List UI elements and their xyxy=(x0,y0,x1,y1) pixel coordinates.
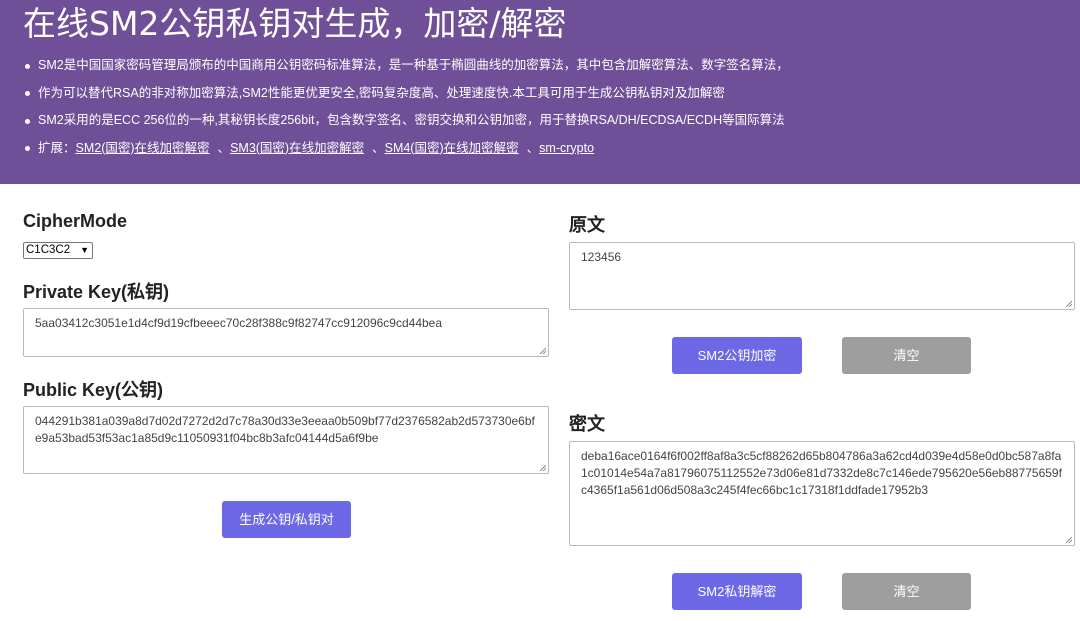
link-sm4[interactable]: SM4(国密)在线加密解密 xyxy=(385,141,519,155)
generate-keypair-button[interactable]: 生成公钥/私钥对 xyxy=(222,501,351,538)
extension-links-item: 扩展：SM2(国密)在线加密解密 、SM3(国密)在线加密解密 、SM4(国密)在线… xyxy=(23,135,789,163)
page-title: 在线SM2公钥私钥对生成，加密/解密 xyxy=(23,4,567,43)
link-separator: 、 xyxy=(526,140,540,155)
cipher-mode-select[interactable]: C1C3C2 ▼ xyxy=(23,242,93,259)
encrypt-button[interactable]: SM2公钥加密 xyxy=(672,337,802,374)
plaintext-field[interactable]: 123456 xyxy=(569,242,1075,310)
decrypt-button[interactable]: SM2私钥解密 xyxy=(672,573,802,610)
cipher-mode-value: C1C3C2 xyxy=(26,244,71,256)
ciphertext-label: 密文 xyxy=(569,414,605,434)
clear-ciphertext-button[interactable]: 清空 xyxy=(842,573,971,610)
intro-list: SM2是中国国家密码管理局颁布的中国商用公钥密码标准算法，是一种基于椭圆曲线的加… xyxy=(0,52,789,162)
private-key-label: Private Key(私钥) xyxy=(23,282,170,302)
intro-item: 作为可以替代RSA的非对称加密算法,SM2性能更优更安全,密码复杂度高、处理速度… xyxy=(23,80,789,108)
ciphertext-field[interactable]: deba16ace0164f6f002ff8af8a3c5cf88262d65b… xyxy=(569,441,1075,546)
link-sm2[interactable]: SM2(国密)在线加密解密 xyxy=(76,141,210,155)
public-key-label: Public Key(公钥) xyxy=(23,380,164,400)
extension-prefix: 扩展： xyxy=(38,140,76,155)
public-key-field[interactable]: 044291b381a039a8d7d02d7272d2d7c78a30d33e… xyxy=(23,406,549,474)
private-key-field[interactable]: 5aa03412c3051e1d4cf9d19cfbeeec70c28f388c… xyxy=(23,308,549,357)
page-header: 在线SM2公钥私钥对生成，加密/解密 SM2是中国国家密码管理局颁布的中国商用公… xyxy=(0,0,1080,184)
clear-plaintext-button[interactable]: 清空 xyxy=(842,337,971,374)
link-separator: 、 xyxy=(372,140,385,155)
cipher-mode-label: CipherMode xyxy=(23,211,128,231)
intro-item: SM2采用的是ECC 256位的一种,其秘钥长度256bit，包含数字签名、密钥… xyxy=(23,107,789,135)
link-sm-crypto[interactable]: sm-crypto xyxy=(539,141,594,155)
chevron-down-icon: ▼ xyxy=(80,245,89,255)
intro-item: SM2是中国国家密码管理局颁布的中国商用公钥密码标准算法，是一种基于椭圆曲线的加… xyxy=(23,52,789,80)
link-sm3[interactable]: SM3(国密)在线加密解密 xyxy=(230,141,364,155)
plaintext-label: 原文 xyxy=(569,215,605,235)
link-separator: 、 xyxy=(217,140,231,155)
